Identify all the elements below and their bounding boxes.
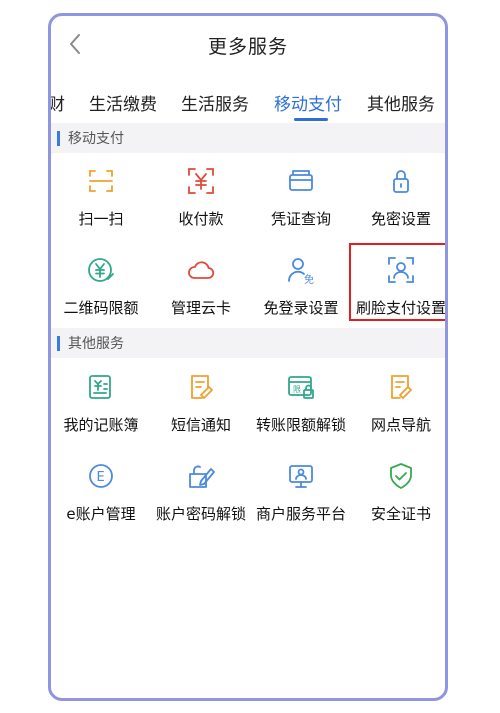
grid-item-label: 管理云卡	[170, 299, 231, 317]
grid-item-transfer-limit[interactable]: 限 转账限额解锁	[251, 372, 351, 452]
yuan-scan-icon	[186, 166, 216, 196]
grid-item-label: 免登录设置	[263, 299, 339, 317]
grid-item-label: 免密设置	[370, 210, 431, 228]
section-marker	[57, 130, 60, 146]
svg-text:免: 免	[304, 273, 314, 285]
grid-item-label: 安全证书	[370, 505, 431, 523]
section-header-other-services: 其他服务	[51, 328, 445, 358]
merchant-icon	[286, 461, 316, 491]
grid-item-scan[interactable]: 扫一扫	[51, 166, 151, 246]
back-button[interactable]	[61, 30, 89, 58]
svg-text:E: E	[97, 470, 105, 485]
shield-check-icon	[386, 461, 416, 491]
tab-bar: 财 生活缴费 生活服务 移动支付 其他服务	[51, 80, 445, 126]
ledger-icon	[86, 372, 116, 402]
tab-living-service[interactable]: 生活服务	[181, 90, 249, 115]
page-title: 更多服务	[207, 35, 288, 58]
svg-text:限: 限	[293, 385, 301, 394]
grid-item-ledger[interactable]: 我的记账簿	[51, 372, 151, 452]
e-account-icon: E	[86, 461, 116, 491]
grid-item-label: 凭证查询	[270, 210, 331, 228]
grid-item-label: 网点导航	[370, 416, 431, 434]
receipt-icon	[286, 166, 316, 196]
branch-nav-icon	[386, 372, 416, 402]
section-title: 移动支付	[68, 131, 124, 147]
grid-item-label: 账户密码解锁	[155, 505, 246, 523]
tab-other-services[interactable]: 其他服务	[367, 90, 435, 115]
grid-item-label: 商户服务平台	[255, 505, 346, 523]
grid-item-login-free[interactable]: 免 免登录设置	[251, 255, 351, 335]
section-title: 其他服务	[68, 336, 124, 352]
lock-icon	[386, 166, 416, 196]
password-unlock-icon	[186, 461, 216, 491]
tab-mobile-payment[interactable]: 移动支付	[274, 90, 342, 115]
yuan-circle-icon	[86, 255, 116, 285]
grid-item-password-unlock[interactable]: 账户密码解锁	[151, 461, 251, 541]
grid-item-qr-limit[interactable]: 二维码限额	[51, 255, 151, 335]
chevron-left-icon	[70, 34, 80, 54]
phone-frame: 更多服务 财 生活缴费 生活服务 移动支付 其他服务 移动支付 扫一扫 收付款	[48, 13, 448, 701]
grid-item-receipt-query[interactable]: 凭证查询	[251, 166, 351, 246]
grid-item-password-free[interactable]: 免密设置	[351, 166, 445, 246]
active-tab-indicator	[294, 118, 328, 121]
limit-unlock-icon: 限	[286, 372, 316, 402]
sms-icon	[186, 372, 216, 402]
section-marker	[57, 335, 60, 351]
grid-item-label: e账户管理	[66, 505, 136, 523]
grid-item-label: 扫一扫	[78, 210, 124, 228]
grid-item-cloud-card[interactable]: 管理云卡	[151, 255, 251, 335]
tab-finance[interactable]: 财	[51, 90, 65, 115]
grid-item-label: 二维码限额	[63, 299, 139, 317]
grid-item-sms[interactable]: 短信通知	[151, 372, 251, 452]
grid-item-label: 收付款	[178, 210, 224, 228]
grid-item-label: 我的记账簿	[63, 416, 139, 434]
user-free-icon: 免	[286, 255, 316, 285]
scan-icon	[86, 166, 116, 196]
cloud-icon	[186, 255, 216, 285]
grid-item-e-account[interactable]: E e账户管理	[51, 461, 151, 541]
grid-item-branch-nav[interactable]: 网点导航	[351, 372, 445, 452]
grid-item-label: 转账限额解锁	[255, 416, 346, 434]
grid-item-label: 短信通知	[170, 416, 231, 434]
section-header-mobile-payment: 移动支付	[51, 123, 445, 153]
header: 更多服务	[51, 16, 445, 74]
highlight-box	[349, 243, 445, 321]
grid-item-security-cert[interactable]: 安全证书	[351, 461, 445, 541]
tab-living-payment[interactable]: 生活缴费	[89, 90, 157, 115]
grid-item-merchant[interactable]: 商户服务平台	[251, 461, 351, 541]
grid-item-collect-pay[interactable]: 收付款	[151, 166, 251, 246]
